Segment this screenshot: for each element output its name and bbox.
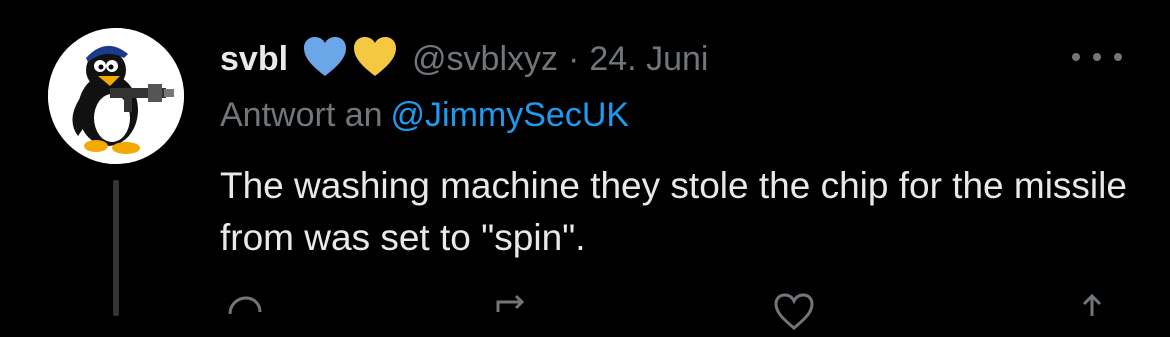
share-icon[interactable] [1070, 292, 1114, 337]
reply-icon[interactable] [220, 292, 264, 337]
more-dot-icon [1072, 53, 1080, 61]
tweet-actions [220, 292, 1120, 332]
tweet-date[interactable]: 24. Juni [589, 40, 708, 79]
more-options-button[interactable] [1072, 42, 1122, 72]
like-icon[interactable] [772, 292, 816, 337]
retweet-icon[interactable] [492, 292, 536, 337]
more-dot-icon [1093, 53, 1101, 61]
tweet-text: The washing machine they stole the chip … [220, 165, 1127, 258]
header-separator: · [568, 39, 580, 78]
thread-line [113, 180, 119, 316]
reply-prefix: Antwort an [220, 96, 383, 134]
user-handle[interactable]: @svblxyz [412, 40, 558, 79]
tweet-header: svbl @svblxyz · 24. Juni [220, 34, 708, 84]
more-dot-icon [1114, 53, 1122, 61]
reply-context: Antwort an @JimmySecUK [220, 96, 629, 135]
blue-heart-icon [302, 36, 348, 83]
penguin-avatar-image [48, 28, 184, 164]
avatar[interactable] [48, 28, 184, 164]
reply-mention-link[interactable]: @JimmySecUK [391, 96, 630, 134]
display-name[interactable]: svbl [220, 40, 288, 79]
yellow-heart-icon [352, 36, 398, 83]
